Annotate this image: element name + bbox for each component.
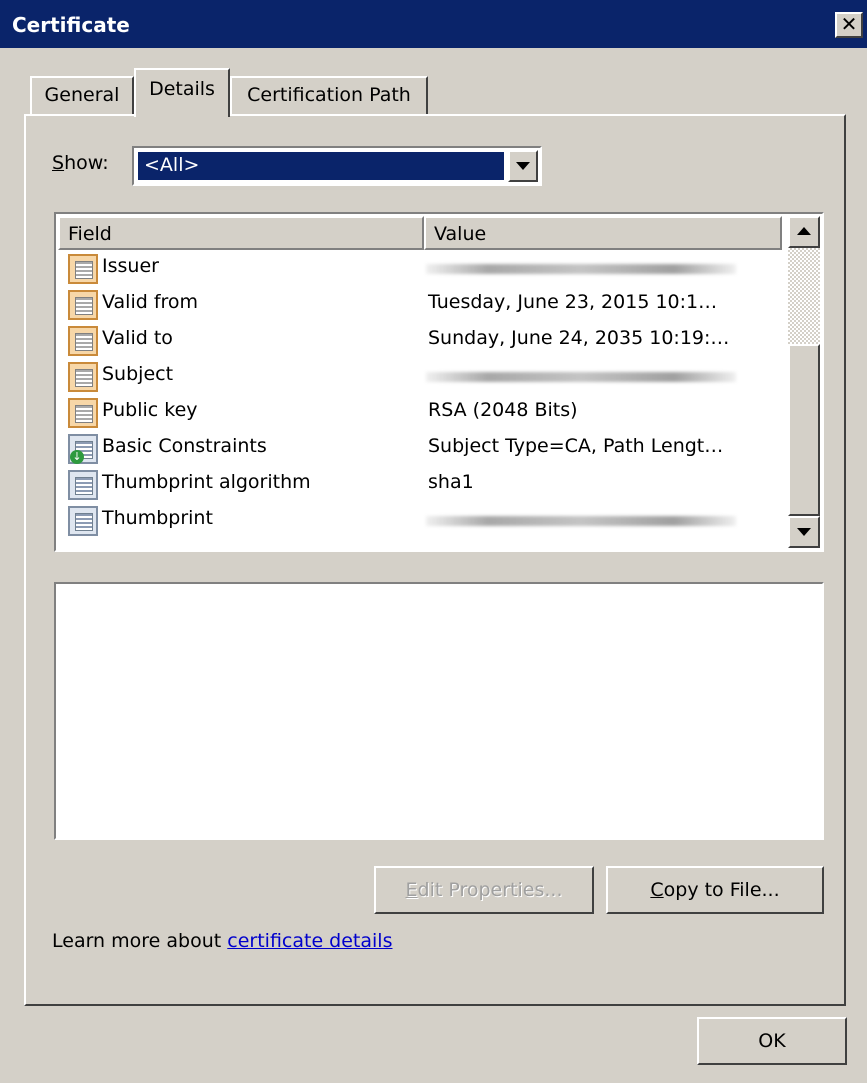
learn-more-text: Learn more about certificate details — [52, 930, 393, 952]
list-row-basic-constraints[interactable]: ↓ Basic Constraints Subject Type=CA, Pat… — [66, 432, 786, 468]
edit-properties-button[interactable]: Edit Properties... — [374, 866, 594, 914]
tab-details-label: Details — [149, 78, 215, 100]
critical-extension-icon: ↓ — [68, 434, 98, 464]
property-icon — [68, 506, 98, 536]
list-row-thumbprint-algorithm[interactable]: Thumbprint algorithm sha1 — [66, 468, 786, 504]
fields-list[interactable]: Field Value Issuer Valid from Tuesday, J… — [54, 212, 824, 552]
certificate-field-icon — [68, 326, 98, 356]
tab-certification-path[interactable]: Certification Path — [230, 76, 428, 114]
title-bar: Certificate ✕ — [0, 0, 867, 48]
arrow-up-icon — [797, 227, 811, 235]
redacted-value — [426, 372, 736, 382]
show-dropdown-value: <All> — [138, 152, 504, 180]
column-header-value[interactable]: Value — [424, 216, 782, 250]
field-detail-textbox[interactable] — [54, 582, 824, 840]
show-label: Show: — [52, 152, 109, 174]
list-row-public-key[interactable]: Public key RSA (2048 Bits) — [66, 396, 786, 432]
window-title: Certificate — [12, 13, 130, 37]
arrow-down-icon — [797, 528, 811, 536]
certificate-field-icon — [68, 362, 98, 392]
show-dropdown[interactable]: <All> — [132, 146, 542, 186]
redacted-value — [426, 516, 736, 526]
certificate-field-icon — [68, 254, 98, 284]
tab-general[interactable]: General — [30, 76, 134, 114]
close-icon[interactable]: ✕ — [835, 12, 863, 38]
redacted-value — [426, 264, 736, 274]
copy-to-file-button[interactable]: Copy to File... — [606, 866, 824, 914]
scroll-down-button[interactable] — [788, 516, 820, 548]
certificate-details-link[interactable]: certificate details — [227, 930, 392, 952]
vertical-scrollbar[interactable] — [788, 216, 820, 548]
list-row-valid-to[interactable]: Valid to Sunday, June 24, 2035 10:19:… — [66, 324, 786, 360]
certificate-field-icon — [68, 290, 98, 320]
list-row-thumbprint[interactable]: Thumbprint — [66, 504, 786, 540]
tab-certification-path-label: Certification Path — [247, 84, 411, 106]
chevron-down-icon — [516, 162, 530, 170]
scrollbar-thumb[interactable] — [788, 344, 820, 516]
ok-button[interactable]: OK — [697, 1017, 847, 1065]
dropdown-arrow-button[interactable] — [508, 150, 538, 182]
list-row-issuer[interactable]: Issuer — [66, 252, 786, 288]
column-header-field[interactable]: Field — [58, 216, 424, 250]
property-icon — [68, 470, 98, 500]
certificate-field-icon — [68, 398, 98, 428]
scroll-up-button[interactable] — [788, 216, 820, 248]
list-row-valid-from[interactable]: Valid from Tuesday, June 23, 2015 10:1… — [66, 288, 786, 324]
tab-details[interactable]: Details — [134, 68, 230, 117]
list-row-subject[interactable]: Subject — [66, 360, 786, 396]
tab-general-label: General — [44, 84, 120, 106]
